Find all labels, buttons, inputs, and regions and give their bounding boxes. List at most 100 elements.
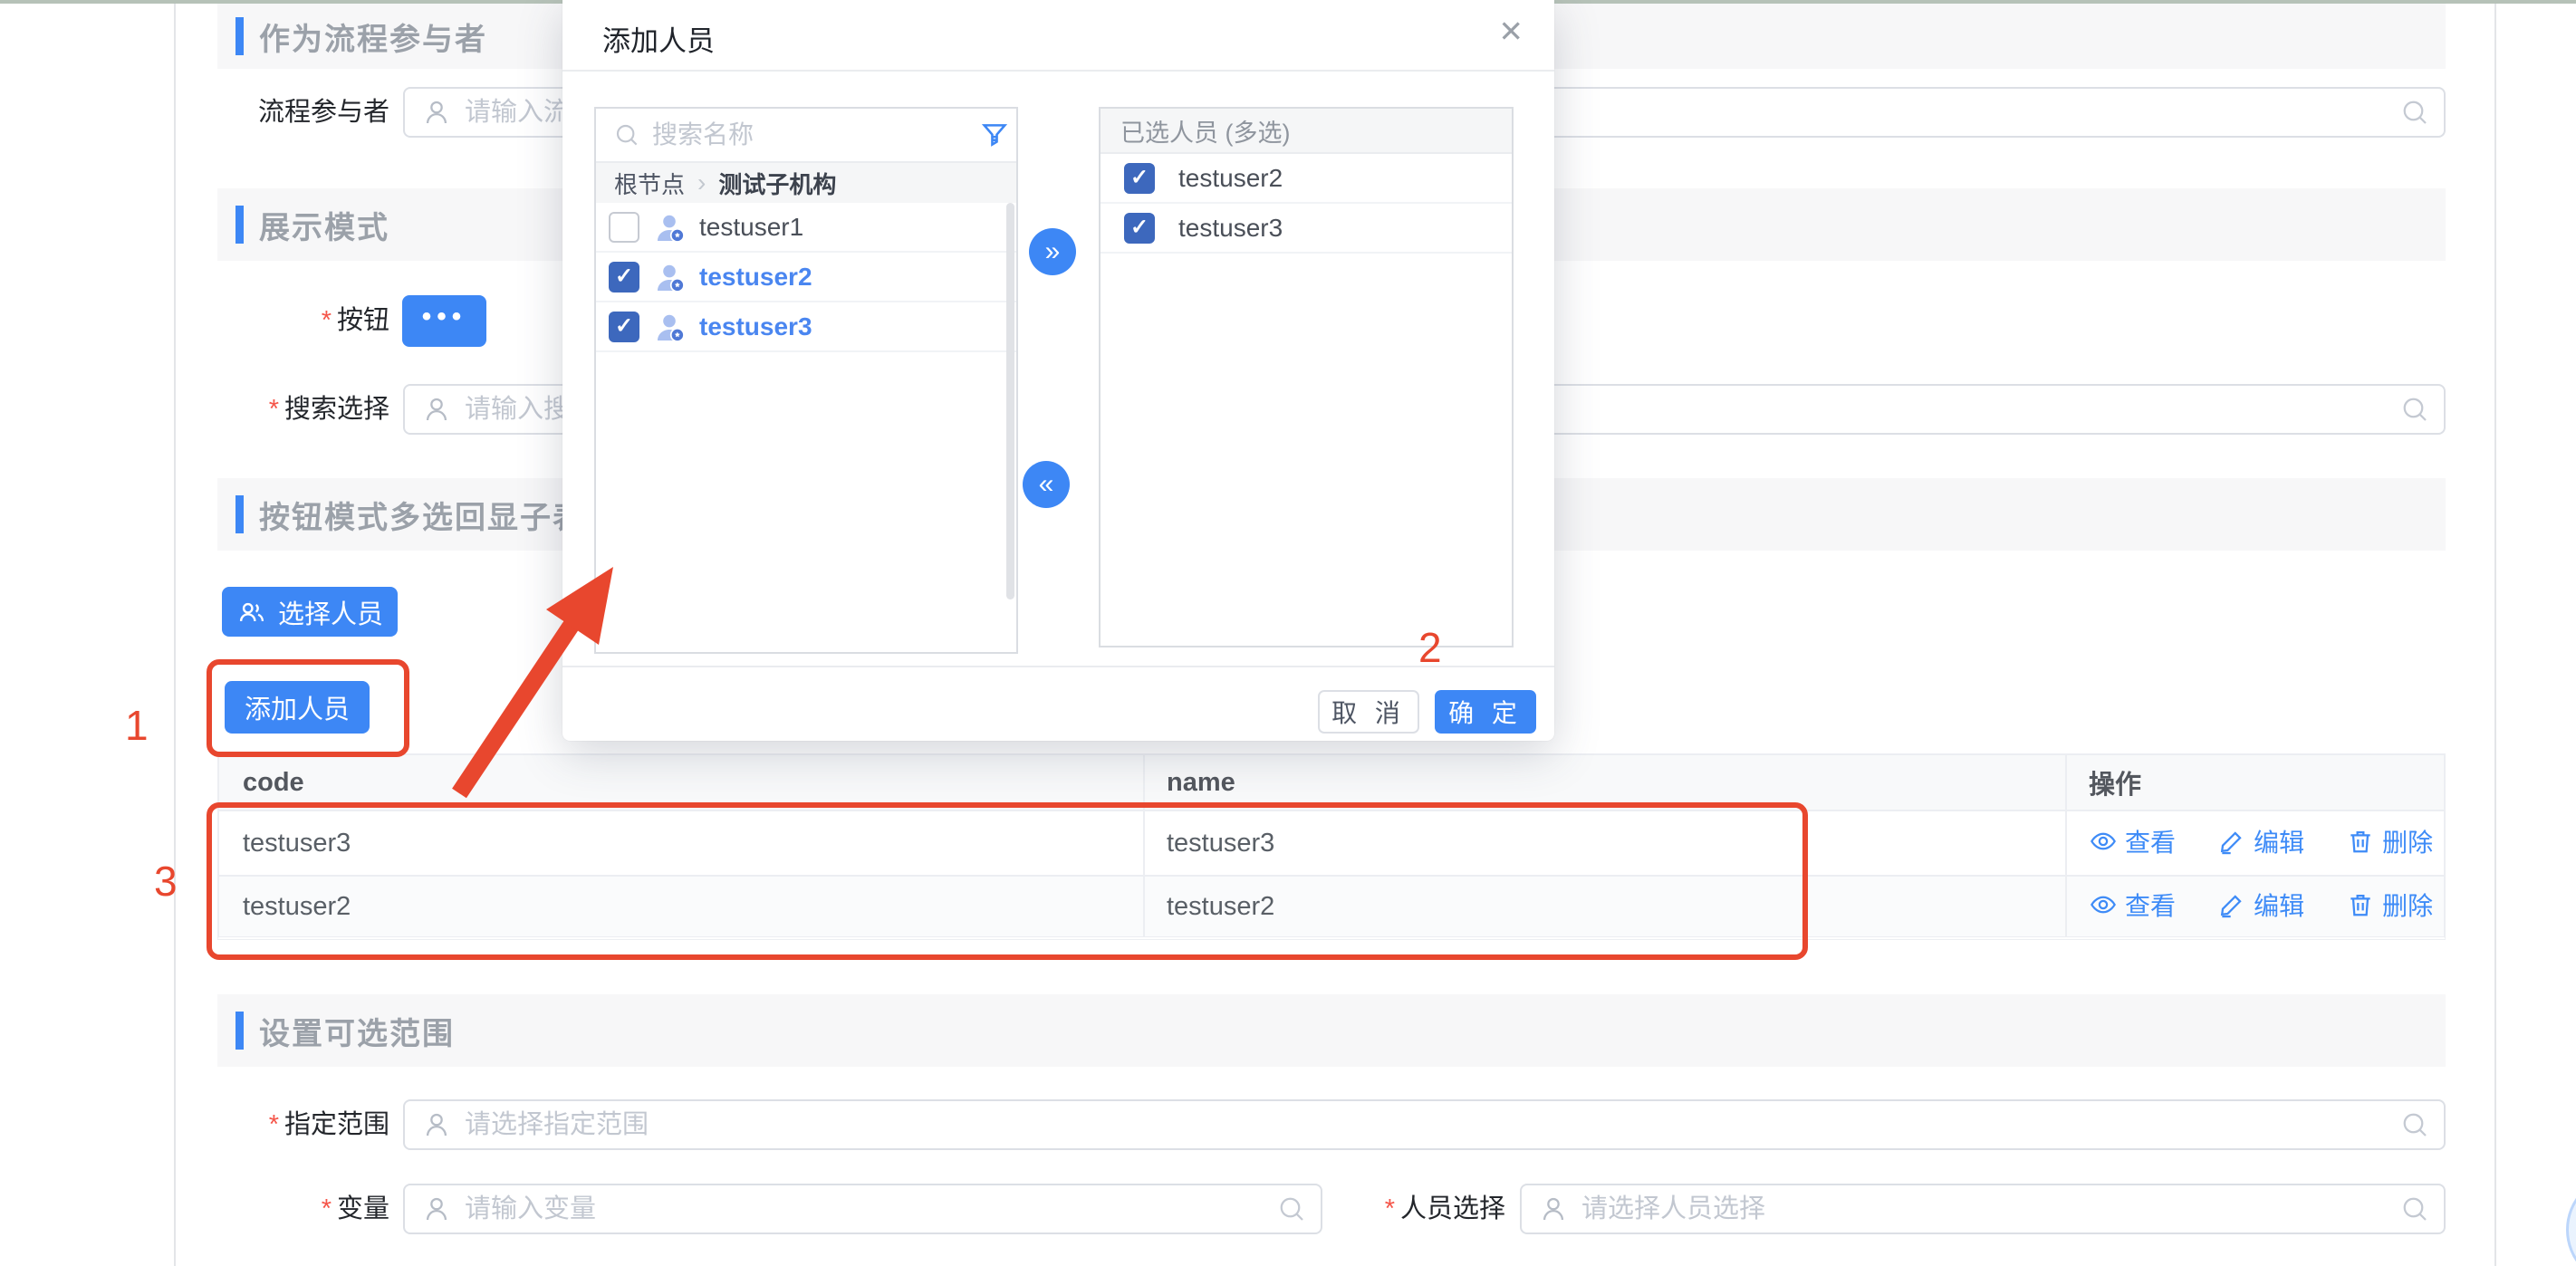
search-icon [2398,96,2431,129]
transfer-right-button[interactable]: » [1029,228,1076,275]
selected-item-testuser2[interactable]: testuser2 [1101,154,1512,204]
checkbox[interactable] [1124,213,1155,244]
button-mode-trigger-button[interactable]: ••• [402,295,486,347]
section-header-range: 设置可选范围 [217,994,2446,1067]
modal-header-divider [562,70,1554,72]
view-link[interactable]: 查看 [2089,887,2176,923]
double-chevron-left-icon: « [1039,469,1054,500]
column-header-name: name [1143,768,2065,798]
cancel-button[interactable]: 取 消 [1318,690,1419,734]
checkbox[interactable] [609,262,639,293]
selected-item-label: testuser3 [1178,214,1283,243]
breadcrumb-root[interactable]: 根节点 [614,167,685,200]
select-person-button[interactable]: 选择人员 [222,587,398,637]
filter-icon[interactable] [979,120,1010,150]
required-asterisk: * [269,1110,279,1139]
user-badge-icon [652,310,687,344]
chevron-right-icon: › [697,168,706,197]
double-chevron-right-icon: » [1045,236,1061,267]
section-accent-bar [235,17,244,55]
search-icon [2398,393,2431,426]
variable-label: *变量 [136,1184,389,1234]
checkbox[interactable] [1124,163,1155,194]
required-asterisk: * [322,1194,332,1223]
section-title: 展示模式 [259,203,389,247]
view-link[interactable]: 查看 [2089,823,2176,859]
required-asterisk: * [269,395,279,424]
add-person-modal: 添加人员 ✕ 根节点 › 测试子机构 [562,0,1554,741]
required-asterisk: * [1385,1194,1395,1223]
tree-item-label: testuser3 [699,312,812,341]
variable-input-wrap [403,1184,1322,1234]
right-page-border [2494,4,2496,1266]
cell-actions: 查看 编辑 删除 [2065,823,2444,863]
delete-link[interactable]: 删除 [2346,887,2433,923]
pencil-icon [2217,827,2246,856]
selected-panel-header: 已选人员 (多选) [1101,109,1512,154]
breadcrumb: 根节点 › 测试子机构 [596,163,1016,203]
tree-item-testuser2[interactable]: testuser2 [596,253,1016,302]
edit-link[interactable]: 编辑 [2217,887,2304,923]
column-separator [2065,811,2067,875]
trash-icon [2346,890,2375,919]
annotation-arrow [430,525,702,815]
column-separator [2065,755,2067,810]
search-select-label: *搜索选择 [136,384,389,435]
selected-item-testuser3[interactable]: testuser3 [1101,204,1512,254]
section-title: 设置可选范围 [259,1009,455,1053]
person-icon [421,97,452,128]
selected-panel: 已选人员 (多选) testuser2 testuser3 [1099,107,1514,647]
user-badge-icon [652,210,687,245]
transfer-left-button[interactable]: « [1023,461,1070,508]
person-select-label: *人员选择 [1252,1184,1505,1234]
delete-link[interactable]: 删除 [2346,823,2433,859]
cell-actions: 查看 编辑 删除 [2065,887,2444,926]
person-icon [421,1194,452,1224]
annotation-step-2: 2 [1418,627,1442,668]
specified-range-label: *指定范围 [136,1099,389,1150]
annotation-step-1: 1 [125,705,149,746]
selected-item-label: testuser2 [1178,164,1283,193]
annotation-box-table-rows [207,802,1808,960]
eye-icon [2089,827,2118,856]
tree-item-label: testuser2 [699,263,812,292]
column-header-actions: 操作 [2065,763,2444,801]
button-field-label: *按钮 [136,295,389,346]
checkbox[interactable] [609,312,639,342]
confirm-button[interactable]: 确 定 [1435,690,1536,734]
tree-item-label: testuser1 [699,213,803,242]
tree-item-testuser1[interactable]: testuser1 [596,203,1016,253]
required-asterisk: * [322,306,332,335]
process-participant-label: 流程参与者 [136,87,389,138]
tree-search-input[interactable] [652,120,979,149]
ellipsis-icon: ••• [422,303,467,340]
pencil-icon [2217,890,2246,919]
scrollbar[interactable] [1006,203,1014,599]
page: 作为流程参与者 流程参与者 展示模式 *按钮 ••• *搜索选择 [0,0,2576,1266]
search-icon [2398,1193,2431,1225]
person-select-input[interactable] [1581,1194,2393,1224]
annotation-box-add-person [207,659,409,757]
checkbox[interactable] [609,212,639,243]
section-accent-bar [235,1012,244,1050]
breadcrumb-leaf[interactable]: 测试子机构 [718,167,836,200]
annotation-step-3: 3 [154,860,178,902]
search-icon [2398,1108,2431,1141]
close-icon[interactable]: ✕ [1498,16,1523,46]
left-page-border [174,4,176,1266]
search-icon [612,120,641,149]
person-select-input-wrap [1520,1184,2446,1234]
people-icon [236,597,267,628]
tree-item-testuser3[interactable]: testuser3 [596,302,1016,352]
person-icon [421,394,452,425]
user-badge-icon [652,260,687,294]
person-icon [421,1109,452,1140]
section-title: 作为流程参与者 [259,14,487,59]
floating-helper-button[interactable] [2566,1174,2576,1266]
specified-range-input[interactable] [465,1110,2393,1140]
variable-input[interactable] [465,1194,1270,1224]
edit-link[interactable]: 编辑 [2217,823,2304,859]
column-separator [1143,755,1145,810]
person-icon [1538,1194,1569,1224]
modal-footer-divider [562,666,1554,667]
